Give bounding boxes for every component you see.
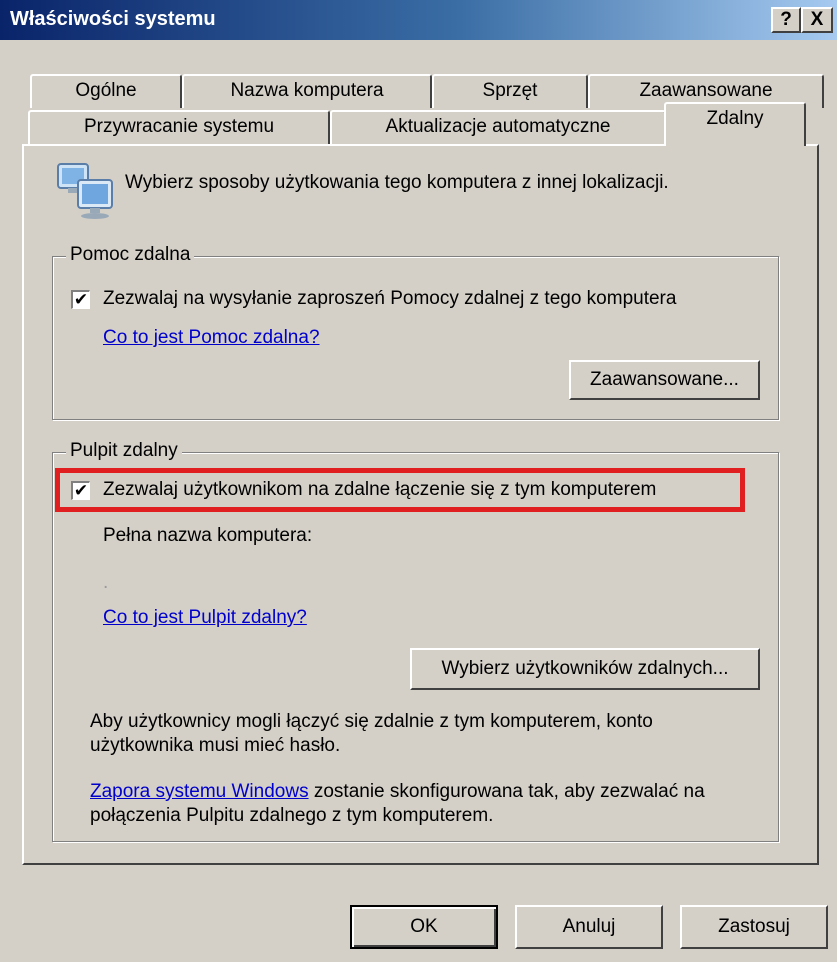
tab-przywracanie-systemu[interactable]: Przywracanie systemu bbox=[28, 110, 330, 144]
remote-assistance-checkbox[interactable]: ✔ bbox=[71, 290, 90, 309]
help-button[interactable]: ? bbox=[771, 7, 801, 33]
remote-assistance-legend: Pomoc zdalna bbox=[66, 244, 195, 266]
tab-sprzet[interactable]: Sprzęt bbox=[432, 74, 588, 108]
firewall-link[interactable]: Zapora systemu Windows bbox=[90, 781, 309, 802]
firewall-note: Zapora systemu Windows zostanie skonfigu… bbox=[90, 780, 760, 828]
window-title: Właściwości systemu bbox=[10, 8, 216, 30]
remote-computers-icon bbox=[57, 163, 113, 219]
password-note: Aby użytkownicy mogli łączyć się zdalnie… bbox=[90, 711, 653, 756]
select-remote-users-button[interactable]: Wybierz użytkowników zdalnych... bbox=[410, 648, 760, 690]
red-highlight-box bbox=[55, 468, 745, 512]
cancel-button[interactable]: Anuluj bbox=[515, 905, 663, 949]
tab-nazwa-komputera[interactable]: Nazwa komputera bbox=[182, 74, 432, 108]
computer-name-value: . bbox=[103, 572, 109, 593]
ok-button[interactable]: OK bbox=[350, 905, 498, 949]
remote-assistance-checkbox-label[interactable]: Zezwalaj na wysyłanie zaproszeń Pomocy z… bbox=[103, 288, 676, 310]
apply-button[interactable]: Zastosuj bbox=[680, 905, 828, 949]
title-bar[interactable]: Właściwości systemu ? X bbox=[0, 0, 837, 40]
intro-text: Wybierz sposoby użytkowania tego kompute… bbox=[125, 172, 669, 193]
close-button[interactable]: X bbox=[801, 7, 833, 33]
tab-ogolne[interactable]: Ogólne bbox=[30, 74, 182, 108]
remote-desktop-help-link[interactable]: Co to jest Pulpit zdalny? bbox=[103, 607, 307, 629]
computer-name-label: Pełna nazwa komputera: bbox=[103, 525, 313, 546]
remote-desktop-legend: Pulpit zdalny bbox=[66, 440, 182, 462]
remote-assistance-help-link[interactable]: Co to jest Pomoc zdalna? bbox=[103, 327, 320, 349]
advanced-button[interactable]: Zaawansowane... bbox=[569, 360, 760, 400]
tab-aktualizacje-automatyczne[interactable]: Aktualizacje automatyczne bbox=[330, 110, 666, 144]
tab-zdalny[interactable]: Zdalny bbox=[664, 102, 806, 146]
